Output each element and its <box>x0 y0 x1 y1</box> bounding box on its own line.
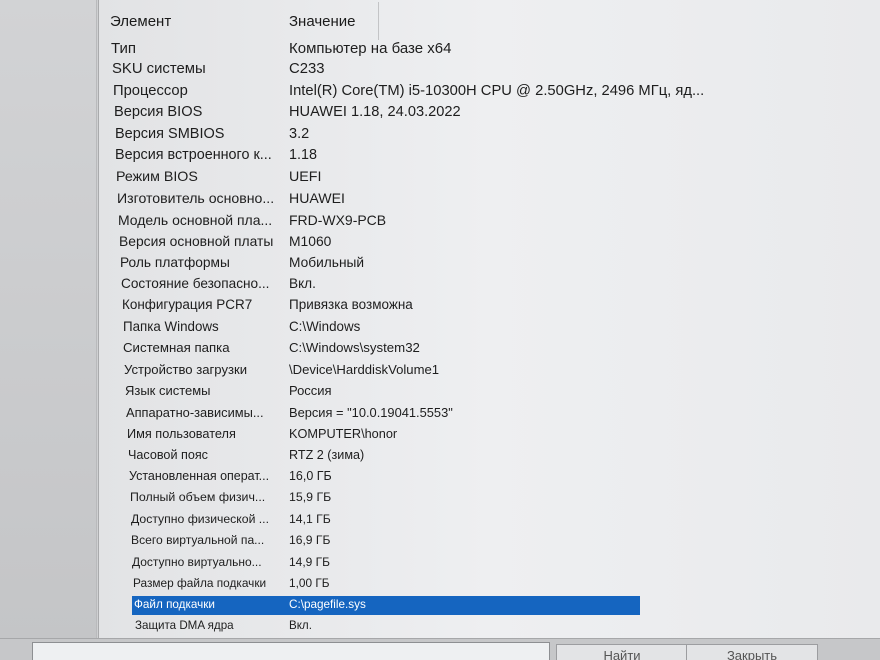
row-value: 14,9 ГБ <box>289 555 330 569</box>
row-key: Конфигурация PCR7 <box>122 297 253 312</box>
list-header: Элемент Значение <box>99 10 880 38</box>
row-key: Версия основной платы <box>119 233 274 249</box>
row-value: Привязка возможна <box>289 297 413 312</box>
row-key: Версия SMBIOS <box>115 126 225 142</box>
row-key: Доступно виртуально... <box>132 555 262 569</box>
row-key: SKU системы <box>112 61 206 77</box>
table-row[interactable]: Файл подкачки C:\pagefile.sys <box>99 596 880 619</box>
table-row[interactable]: Защита DMA ядра Вкл. <box>99 619 880 640</box>
row-value: C:\pagefile.sys <box>289 598 366 611</box>
row-value: 15,9 ГБ <box>289 490 332 504</box>
system-summary-list[interactable]: Элемент Значение Тип Компьютер на базе x6… <box>98 0 880 640</box>
table-row[interactable]: Размер файла подкачки 1,00 ГБ <box>99 576 880 597</box>
row-key: Имя пользователя <box>127 426 236 441</box>
table-row[interactable]: Системная папка C:\Windows\system32 <box>99 340 880 361</box>
row-value: Мобильный <box>289 255 365 270</box>
row-value: 3.2 <box>289 126 310 142</box>
row-value: FRD-WX9-PCB <box>289 212 387 228</box>
table-row[interactable]: Модель основной пла... FRD-WX9-PCB <box>99 212 880 233</box>
table-row[interactable]: Версия BIOS HUAWEI 1.18, 24.03.2022 <box>99 104 880 125</box>
row-key: Состояние безопасно... <box>121 276 270 291</box>
table-row[interactable]: Установленная операт... 16,0 ГБ <box>99 469 880 490</box>
row-value: \Device\HarddiskVolume1 <box>289 362 440 377</box>
table-row[interactable]: Режим BIOS UEFI <box>99 169 880 190</box>
row-key: Язык системы <box>125 383 211 398</box>
row-value: RTZ 2 (зима) <box>289 448 365 462</box>
table-row[interactable]: Конфигурация PCR7 Привязка возможна <box>99 297 880 318</box>
row-key: Установленная операт... <box>129 469 270 483</box>
table-row[interactable]: SKU системы C233 <box>99 61 880 82</box>
row-key: Доступно физической ... <box>131 512 269 526</box>
column-header-value[interactable]: Значение <box>289 13 356 30</box>
table-row[interactable]: Аппаратно-зависимы... Версия = "10.0.1904… <box>99 405 880 426</box>
row-value: 1.18 <box>289 147 317 163</box>
category-tree-panel[interactable] <box>0 0 97 640</box>
row-key: Версия BIOS <box>114 104 203 120</box>
table-row[interactable]: Версия встроенного к... 1.18 <box>99 147 880 168</box>
table-row[interactable]: Устройство загрузки \Device\HarddiskVolum… <box>99 362 880 383</box>
row-key: Файл подкачки <box>134 598 215 611</box>
row-key: Модель основной пла... <box>118 212 273 228</box>
row-value: Версия = "10.0.19041.5553" <box>289 405 453 420</box>
row-value: M1060 <box>289 233 332 249</box>
row-key: Процессор <box>113 83 188 99</box>
row-value: 14,1 ГБ <box>289 512 331 526</box>
row-value: Вкл. <box>289 276 316 291</box>
row-key: Системная папка <box>123 340 230 355</box>
row-key: Устройство загрузки <box>124 362 248 377</box>
row-key: Роль платформы <box>120 255 230 270</box>
row-value: Вкл. <box>289 619 312 632</box>
row-value: C:\Windows <box>289 319 361 334</box>
table-row[interactable]: Доступно виртуально... 14,9 ГБ <box>99 555 880 576</box>
row-value: C:\Windows\system32 <box>289 340 420 355</box>
system-info-window: Элемент Значение Тип Компьютер на базе x6… <box>0 0 880 660</box>
row-key: Папка Windows <box>123 319 219 334</box>
row-key: Режим BIOS <box>116 169 198 185</box>
table-row[interactable]: Всего виртуальной па... 16,9 ГБ <box>99 533 880 554</box>
row-value: HUAWEI 1.18, 24.03.2022 <box>289 104 461 120</box>
row-value: C233 <box>289 61 325 77</box>
row-key: Размер файла подкачки <box>133 576 267 590</box>
row-key: Версия встроенного к... <box>115 147 272 163</box>
table-row[interactable]: Часовой пояс RTZ 2 (зима) <box>99 448 880 469</box>
row-value: Intel(R) Core(TM) i5-10300H CPU @ 2.50GH… <box>289 83 705 99</box>
row-key: Аппаратно-зависимы... <box>126 405 264 420</box>
row-value: Россия <box>289 383 332 398</box>
table-row[interactable]: Полный объем физич... 15,9 ГБ <box>99 490 880 511</box>
row-key: Полный объем физич... <box>130 490 266 504</box>
row-value: UEFI <box>289 169 322 185</box>
row-value: HUAWEI <box>289 190 345 206</box>
column-divider[interactable] <box>378 2 379 40</box>
table-row[interactable]: Состояние безопасно... Вкл. <box>99 276 880 297</box>
table-row[interactable]: Версия основной платы M1060 <box>99 233 880 254</box>
column-header-element[interactable]: Элемент <box>110 13 171 30</box>
close-button[interactable]: Закрыть <box>686 644 818 660</box>
row-key: Изготовитель основно... <box>117 190 275 206</box>
table-row[interactable]: Имя пользователя KOMPUTER\honor <box>99 426 880 447</box>
table-row[interactable]: Изготовитель основно... HUAWEI <box>99 190 880 211</box>
table-row[interactable]: Роль платформы Мобильный <box>99 255 880 276</box>
find-input[interactable] <box>32 642 550 660</box>
row-value: 1,00 ГБ <box>289 576 330 590</box>
row-value: 16,0 ГБ <box>289 469 332 483</box>
row-value: Компьютер на базе x64 <box>289 40 452 57</box>
table-row[interactable]: Папка Windows C:\Windows <box>99 319 880 340</box>
table-row[interactable]: Язык системы Россия <box>99 383 880 404</box>
row-value: 16,9 ГБ <box>289 533 331 547</box>
table-row[interactable]: Доступно физической ... 14,1 ГБ <box>99 512 880 533</box>
row-key: Защита DMA ядра <box>135 619 234 632</box>
table-row[interactable]: Тип Компьютер на базе x64 <box>99 40 880 61</box>
row-value: KOMPUTER\honor <box>289 426 398 441</box>
row-key: Часовой пояс <box>128 448 208 462</box>
find-button[interactable]: Найти <box>556 644 688 660</box>
table-row[interactable]: Процессор Intel(R) Core(TM) i5-10300H CPU… <box>99 83 880 104</box>
row-key: Тип <box>111 40 137 57</box>
table-row[interactable]: Версия SMBIOS 3.2 <box>99 126 880 147</box>
row-key: Всего виртуальной па... <box>131 533 265 547</box>
